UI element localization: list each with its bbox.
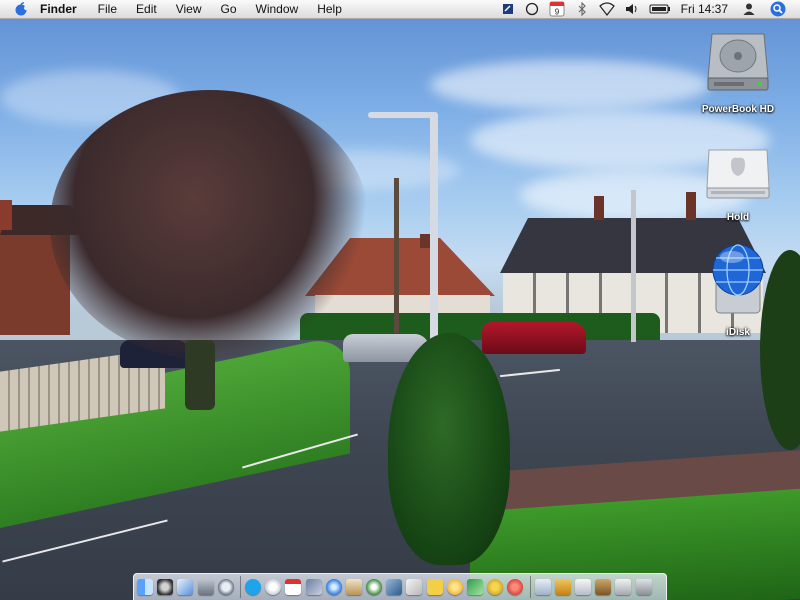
folder-icon[interactable] [534, 579, 551, 595]
mail-icon[interactable] [177, 579, 194, 595]
desktop-icon-label: iDisk [726, 327, 750, 338]
window-icon[interactable] [615, 579, 632, 595]
finder-icon[interactable] [137, 579, 153, 595]
dock-separator [239, 576, 241, 598]
menu-window[interactable]: Window [256, 0, 299, 18]
terminal-icon[interactable] [446, 579, 463, 595]
stack-icon[interactable] [595, 579, 612, 595]
trash-icon[interactable] [635, 579, 652, 595]
skype-icon[interactable] [244, 579, 261, 595]
bluetooth-icon[interactable] [575, 2, 589, 16]
volume-icon[interactable] [625, 2, 639, 16]
address-book-icon[interactable] [345, 579, 362, 595]
battery-icon[interactable] [649, 2, 671, 16]
software-update-icon[interactable] [217, 579, 234, 595]
itunes-icon[interactable] [366, 579, 383, 595]
system-preferences-icon[interactable] [197, 579, 214, 595]
preview-icon[interactable] [305, 579, 322, 595]
text-document-icon[interactable] [507, 579, 524, 595]
ical-icon[interactable] [285, 579, 302, 595]
ical-icon[interactable]: 9 [549, 1, 565, 17]
menu-clock[interactable]: Fri 14:37 [681, 2, 728, 16]
airport-wifi-icon[interactable] [598, 2, 615, 16]
clock-icon[interactable] [525, 2, 539, 16]
network-icon[interactable] [467, 579, 483, 595]
menu-file[interactable]: File [98, 0, 117, 18]
desktop-wallpaper [0, 0, 800, 600]
menu-go[interactable]: Go [221, 0, 237, 18]
image-document-icon[interactable] [574, 579, 591, 595]
stickies-icon[interactable] [426, 579, 443, 595]
desktop-icon-powerbook-hd[interactable]: PowerBook HD [690, 26, 786, 117]
menu-bar: Finder File Edit View Go Window Help 9 F… [0, 0, 800, 19]
dashboard-icon[interactable] [157, 579, 174, 595]
application-icon[interactable] [487, 579, 504, 595]
iphoto-icon[interactable] [386, 579, 403, 595]
menu-view[interactable]: View [176, 0, 202, 18]
menu-app-finder[interactable]: Finder [40, 0, 77, 18]
desktop-icon-idisk[interactable]: iDisk [690, 243, 786, 340]
user-icon[interactable] [742, 2, 756, 16]
menu-help[interactable]: Help [317, 0, 342, 18]
spotlight-icon[interactable] [770, 1, 786, 17]
hard-drive-icon [690, 26, 786, 99]
desktop-icon-label: PowerBook HD [701, 104, 775, 115]
desktop-icon-hold[interactable]: Hold [690, 146, 786, 225]
idisk-icon [690, 243, 786, 322]
calendar-day: 9 [554, 8, 559, 17]
text-edit-icon[interactable] [406, 579, 423, 595]
external-drive-icon [690, 146, 786, 207]
apple-logo-icon[interactable] [14, 2, 28, 16]
script-menu-icon[interactable] [501, 2, 515, 16]
desktop-icon-label: Hold [726, 212, 750, 223]
ichat-icon[interactable] [265, 579, 282, 595]
downloads-icon[interactable] [554, 579, 571, 595]
dock [133, 573, 667, 600]
safari-icon[interactable] [325, 579, 342, 595]
dock-separator [529, 576, 531, 598]
menu-edit[interactable]: Edit [136, 0, 157, 18]
